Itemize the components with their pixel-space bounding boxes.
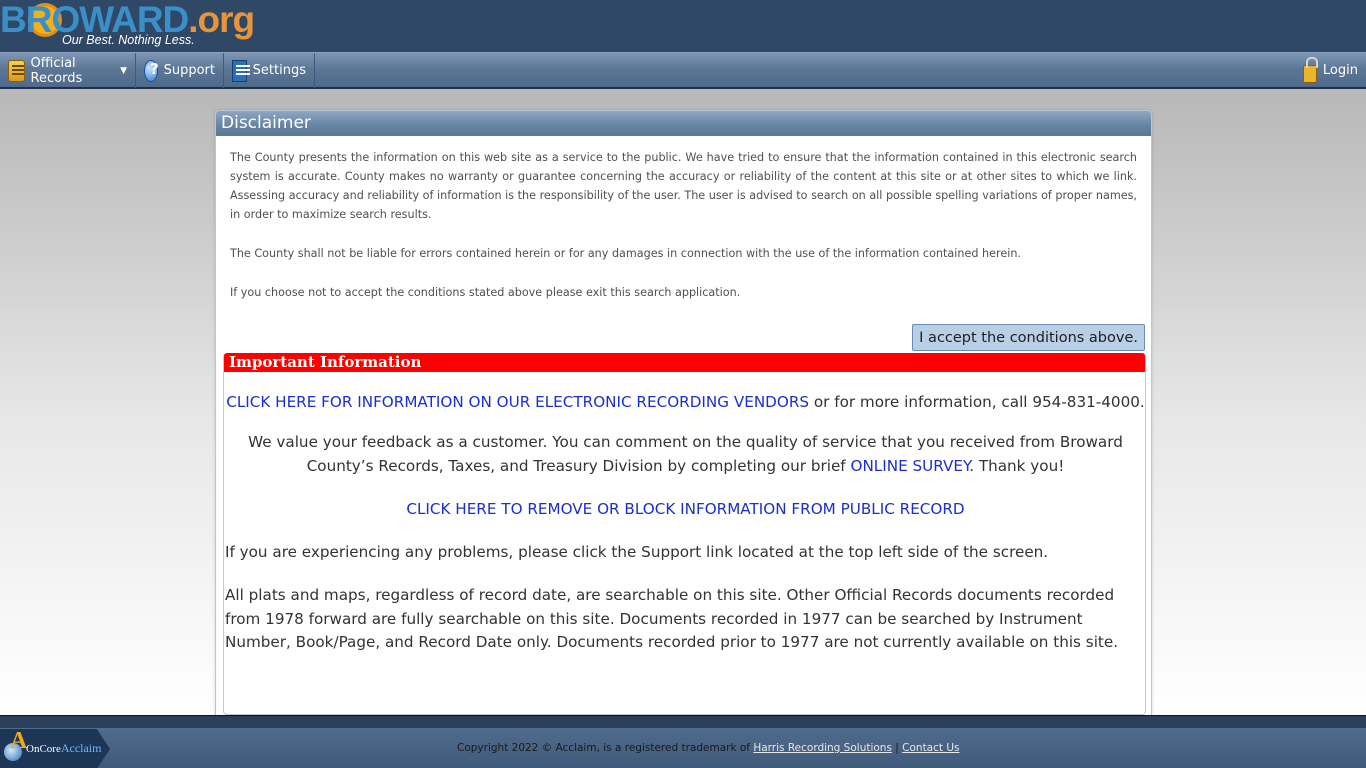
logo-org-text: .org (188, 0, 255, 40)
nav-settings-label: Settings (252, 63, 306, 78)
disclaimer-title: Disclaimer (216, 111, 1151, 136)
harris-link[interactable]: Harris Recording Solutions (753, 742, 892, 754)
important-info-title: Important Information (224, 353, 1145, 372)
remove-line: CLICK HERE TO REMOVE OR BLOCK INFORMATIO… (224, 498, 1147, 522)
important-info-box: Important Information CLICK HERE FOR INF… (223, 353, 1146, 715)
nav-settings[interactable]: Settings (224, 53, 315, 88)
feedback-suffix: . Thank you! (969, 456, 1065, 475)
records-icon (8, 59, 25, 82)
remove-block-info-link[interactable]: CLICK HERE TO REMOVE OR BLOCK INFORMATIO… (406, 500, 964, 518)
disclaimer-paragraph: The County presents the information on t… (230, 151, 1137, 221)
footer-separator: | (891, 742, 903, 754)
acclaim-text: Acclaim (60, 741, 102, 755)
vendors-suffix: or for more information, call 954-831-40… (809, 393, 1145, 411)
feedback-line: We value your feedback as a customer. Yo… (224, 431, 1147, 478)
broward-logo[interactable]: BROWARD.org Our Best. Nothing Less. (0, 0, 255, 52)
copyright-line: Copyright 2022 © Acclaim, is a registere… (457, 742, 960, 754)
help-icon (144, 59, 158, 82)
nav-login-label: Login (1322, 63, 1358, 78)
site-footer: A OnCoreAcclaim Copyright 2022 © Acclaim… (0, 715, 1366, 768)
accept-wrap: I accept the conditions above. (912, 324, 1145, 351)
oncore-text: OnCore (26, 743, 61, 755)
nav-bar: Official Records ▼ Support Settings Logi… (0, 52, 1366, 89)
disclaimer-paragraph: The County shall not be liable for error… (230, 247, 1021, 260)
disclaimer-panel: Disclaimer The County presents the infor… (215, 110, 1152, 716)
plats-text: All plats and maps, regardless of record… (225, 586, 1119, 651)
nav-support-label: Support (163, 63, 215, 78)
acclaim-a-icon: A (10, 728, 28, 754)
disclaimer-body: The County presents the information on t… (216, 136, 1151, 302)
nav-official-records[interactable]: Official Records ▼ (0, 53, 136, 88)
chevron-down-icon: ▼ (120, 65, 127, 76)
vendors-line: CLICK HERE FOR INFORMATION ON OUR ELECTR… (224, 391, 1147, 415)
contact-us-link[interactable]: Contact Us (902, 742, 959, 754)
logo-tagline: Our Best. Nothing Less. (62, 33, 195, 47)
accept-conditions-button[interactable]: I accept the conditions above. (912, 324, 1145, 351)
online-survey-link[interactable]: ONLINE SURVEY (850, 457, 969, 475)
lock-icon (1303, 56, 1318, 83)
nav-official-records-label: Official Records (30, 55, 83, 86)
copyright-text: Copyright 2022 © Acclaim, is a registere… (457, 742, 754, 754)
site-header: BROWARD.org Our Best. Nothing Less. (0, 0, 1366, 52)
nav-login[interactable]: Login (1295, 53, 1366, 88)
vendors-link[interactable]: CLICK HERE FOR INFORMATION ON OUR ELECTR… (226, 393, 809, 411)
settings-icon (232, 59, 250, 82)
oncore-acclaim-logo: A OnCoreAcclaim (0, 729, 110, 768)
problems-text: If you are experiencing any problems, pl… (225, 543, 1049, 561)
disclaimer-paragraph: If you choose not to accept the conditio… (230, 286, 741, 299)
nav-support[interactable]: Support (136, 53, 224, 88)
